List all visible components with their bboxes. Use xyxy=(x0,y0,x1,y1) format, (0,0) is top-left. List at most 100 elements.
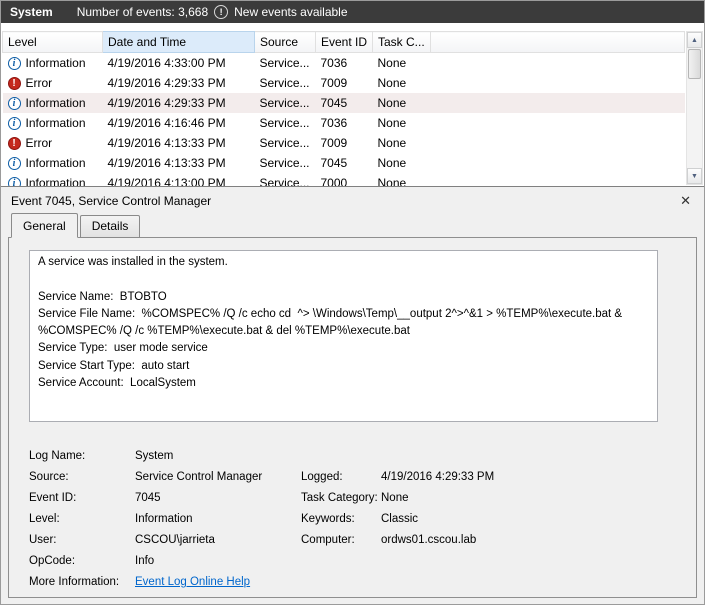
column-header-level[interactable]: Level xyxy=(2,31,103,53)
preview-header: Event 7045, Service Control Manager ✕ xyxy=(1,187,704,214)
event-count-status: Number of events: 3,668 ! New events ava… xyxy=(77,5,348,19)
info-icon: i xyxy=(7,116,21,130)
event-id-cell: 7009 xyxy=(320,76,348,90)
event-viewer-window: System Number of events: 3,668 ! New eve… xyxy=(0,0,705,605)
datetime-cell: 4/19/2016 4:29:33 PM xyxy=(107,76,226,90)
datetime-cell: 4/19/2016 4:13:00 PM xyxy=(107,176,226,186)
level-label: Error xyxy=(25,136,53,150)
property-value: CSCOU\jarrieta xyxy=(135,534,215,546)
level-label: Information xyxy=(25,156,86,170)
datetime-cell: 4/19/2016 4:29:33 PM xyxy=(102,93,255,113)
event-row[interactable]: i Information 4/19/2016 4:16:46 PM Servic… xyxy=(3,113,685,133)
event-row[interactable]: i Information 4/19/2016 4:13:00 PM Servic… xyxy=(3,173,685,186)
property-value: 7045 xyxy=(135,492,161,504)
filler-cell xyxy=(431,113,685,133)
filler-cell xyxy=(431,173,685,186)
column-header-date-and-time[interactable]: Date and Time xyxy=(102,31,255,53)
datetime-cell: 4/19/2016 4:13:33 PM xyxy=(107,156,226,170)
scrollbar-thumb[interactable] xyxy=(688,49,701,79)
scroll-down-button[interactable]: ▼ xyxy=(687,168,702,184)
event-id-cell: 7009 xyxy=(320,136,348,150)
info-icon: i xyxy=(7,96,21,110)
property-label: Source: xyxy=(29,471,69,483)
source-cell: Service... xyxy=(259,136,310,150)
event-id-cell: 7000 xyxy=(320,176,348,186)
filler-cell xyxy=(431,133,685,153)
level-label: Error xyxy=(25,76,53,90)
tab-general[interactable]: General xyxy=(11,213,78,238)
task-category-cell: None xyxy=(377,116,407,130)
column-header-task-category[interactable]: Task C... xyxy=(372,31,431,53)
event-list-pane: Level Date and Time Source Event ID Task… xyxy=(1,23,704,187)
event-row[interactable]: i Information 4/19/2016 4:29:33 PM Servic… xyxy=(2,93,685,113)
datetime-cell: 4/19/2016 4:33:00 PM xyxy=(107,56,226,70)
event-table-wrap: Level Date and Time Source Event ID Task… xyxy=(2,31,685,186)
property-value: Event Log Online Help xyxy=(135,576,301,588)
filler-cell xyxy=(430,93,685,113)
scroll-up-icon: ▲ xyxy=(691,36,698,44)
property-label: Logged: xyxy=(301,471,343,483)
task-category-cell: None xyxy=(377,156,407,170)
property-value: System xyxy=(135,450,174,462)
preview-tabs: General Details xyxy=(11,213,704,238)
task-category-cell: None xyxy=(377,136,407,150)
property-value: Classic xyxy=(381,513,419,525)
property-label: Task Category: xyxy=(301,492,378,504)
list-scrollbar[interactable]: ▲ ▼ xyxy=(686,31,703,185)
task-category-cell: None xyxy=(377,76,407,90)
event-description-box: A service was installed in the system. S… xyxy=(29,250,658,422)
event-id-cell: 7045 xyxy=(320,156,348,170)
filler-cell xyxy=(431,153,685,173)
info-icon: i xyxy=(7,156,21,170)
event-id-cell: 7045 xyxy=(315,93,373,113)
scroll-up-button[interactable]: ▲ xyxy=(687,32,702,48)
task-category-cell: None xyxy=(377,56,407,70)
column-header-row: Level Date and Time Source Event ID Task… xyxy=(2,31,685,53)
property-label: Computer: xyxy=(301,534,355,546)
property-value: Information xyxy=(135,513,193,525)
source-cell: Service... xyxy=(259,176,310,186)
property-label: More Information: xyxy=(29,576,120,588)
log-title: System xyxy=(10,5,53,19)
preview-title: Event 7045, Service Control Manager xyxy=(11,193,212,208)
info-icon: i xyxy=(7,56,21,70)
source-cell: Service... xyxy=(259,156,310,170)
level-label: Information xyxy=(25,176,86,186)
column-header-filler xyxy=(430,31,685,53)
filler-cell xyxy=(431,53,685,74)
new-events-label: New events available xyxy=(234,5,348,19)
preview-pane: Event 7045, Service Control Manager ✕ Ge… xyxy=(1,187,704,604)
event-row[interactable]: i Information 4/19/2016 4:33:00 PM Servic… xyxy=(3,53,685,74)
task-category-cell: None xyxy=(372,93,431,113)
event-row[interactable]: i Information 4/19/2016 4:13:33 PM Servic… xyxy=(3,153,685,173)
property-value: Info xyxy=(135,555,155,567)
event-table: Level Date and Time Source Event ID Task… xyxy=(2,31,685,186)
column-header-event-id[interactable]: Event ID xyxy=(315,31,373,53)
level-label: Information xyxy=(25,116,86,130)
property-value: Service Control Manager xyxy=(135,471,263,483)
error-icon: ! xyxy=(7,76,21,90)
source-cell: Service... xyxy=(259,116,310,130)
event-description: A service was installed in the system. S… xyxy=(38,256,623,389)
close-preview-button[interactable]: ✕ xyxy=(677,193,694,208)
datetime-cell: 4/19/2016 4:13:33 PM xyxy=(107,136,226,150)
event-row[interactable]: ! Error 4/19/2016 4:13:33 PM Service... 7… xyxy=(3,133,685,153)
column-header-source[interactable]: Source xyxy=(254,31,316,53)
event-id-cell: 7036 xyxy=(320,56,348,70)
event-rows: i Information 4/19/2016 4:33:00 PM Servic… xyxy=(2,53,685,186)
property-value: ordws01.cscou.lab xyxy=(381,534,477,546)
property-value: None xyxy=(381,492,409,504)
property-label: Log Name: xyxy=(29,450,86,462)
info-icon: i xyxy=(7,176,21,186)
level-label: Information xyxy=(25,96,86,110)
log-header-bar: System Number of events: 3,668 ! New eve… xyxy=(1,1,704,23)
datetime-cell: 4/19/2016 4:16:46 PM xyxy=(107,116,226,130)
source-cell: Service... xyxy=(254,93,316,113)
property-label: Keywords: xyxy=(301,513,355,525)
general-tab-page: A service was installed in the system. S… xyxy=(8,237,697,598)
scroll-down-icon: ▼ xyxy=(691,172,698,180)
event-row[interactable]: ! Error 4/19/2016 4:29:33 PM Service... 7… xyxy=(3,73,685,93)
event-count-label: Number of events: 3,668 xyxy=(76,5,209,19)
tab-details[interactable]: Details xyxy=(79,215,141,238)
event-log-online-help-link[interactable]: Event Log Online Help xyxy=(135,576,250,588)
